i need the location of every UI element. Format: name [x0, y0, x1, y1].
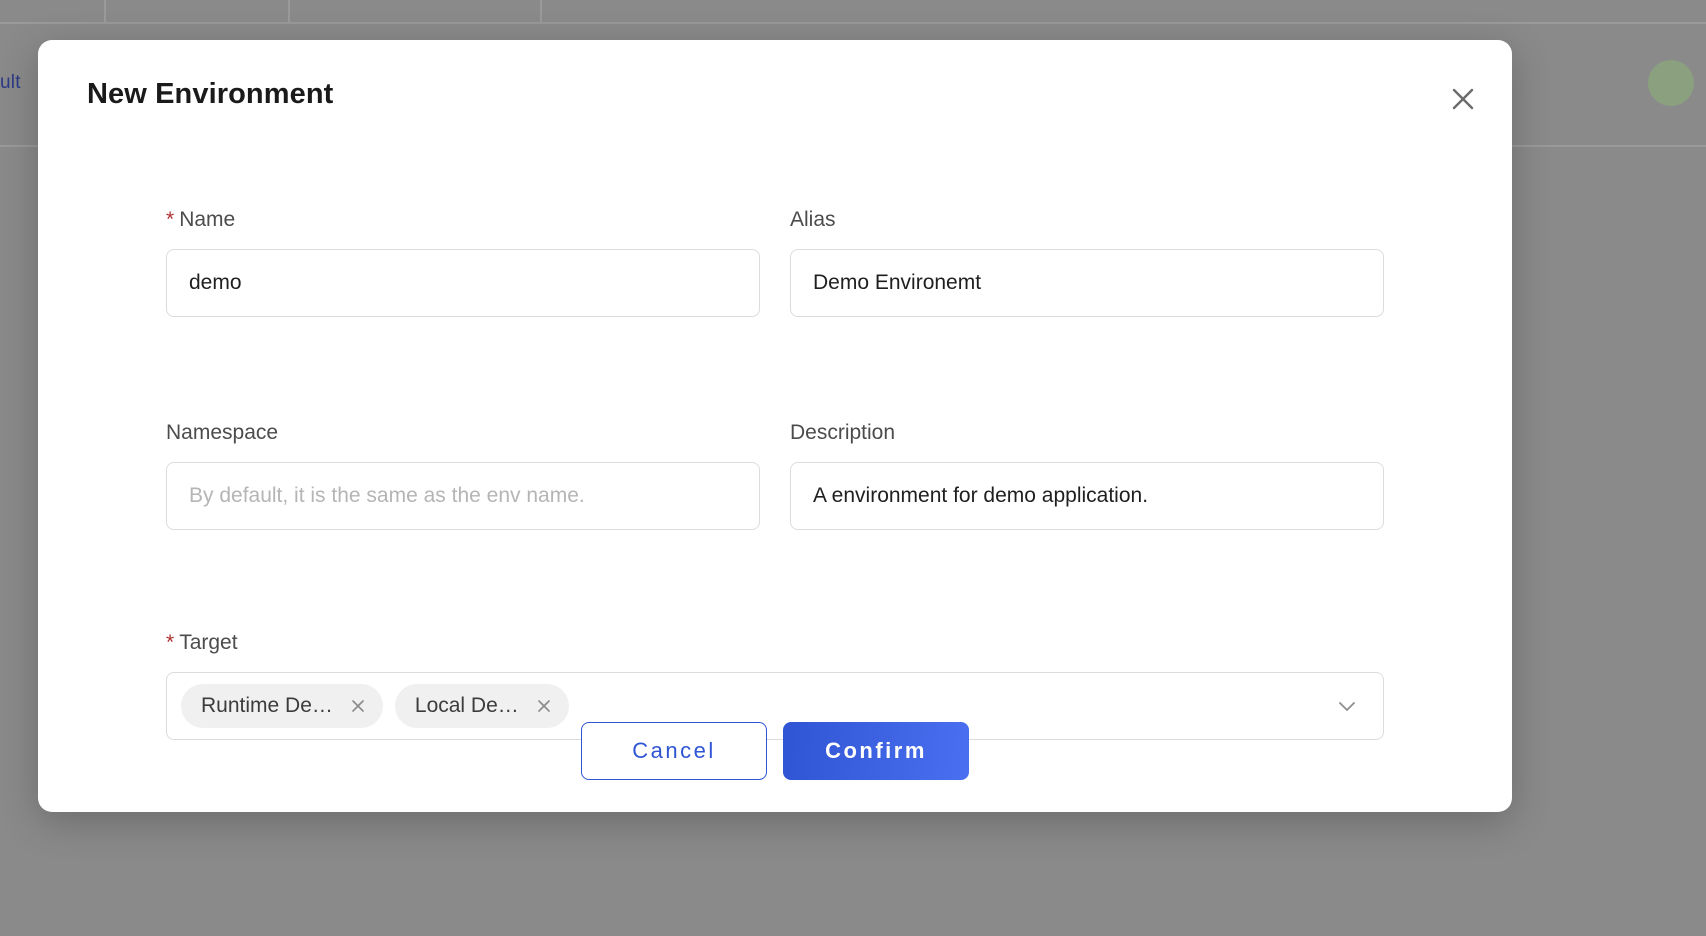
field-namespace: Namespace By default, it is the same as … [166, 421, 760, 530]
background-table-column-divider [540, 0, 542, 24]
namespace-input[interactable]: By default, it is the same as the env na… [166, 462, 760, 530]
background-table-header-row [0, 0, 1706, 24]
background-table-column-divider [104, 0, 106, 24]
dialog-footer: Cancel Confirm [38, 690, 1512, 812]
label-text: Target [179, 631, 238, 654]
alias-input[interactable]: Demo Environemt [790, 249, 1384, 317]
field-label-alias: Alias [790, 208, 836, 231]
environment-form: * Name demo Alias Demo Environemt Namespa… [166, 208, 1384, 740]
field-label-target: * Target [166, 631, 1384, 656]
field-name: * Name demo [166, 208, 760, 317]
form-row: * Name demo Alias Demo Environemt [166, 208, 1384, 317]
avatar [1648, 60, 1694, 106]
confirm-button[interactable]: Confirm [783, 722, 969, 780]
field-alias: Alias Demo Environemt [790, 208, 1384, 317]
form-spacer [166, 530, 1384, 631]
field-label-name: * Name [166, 208, 760, 233]
new-environment-dialog: New Environment * Name demo Alias Demo En… [38, 40, 1512, 812]
name-input[interactable]: demo [166, 249, 760, 317]
field-description: Description A environment for demo appli… [790, 421, 1384, 530]
close-icon[interactable] [1442, 78, 1484, 120]
field-label-namespace: Namespace [166, 421, 279, 444]
background-default-link[interactable]: ult [0, 72, 21, 94]
label-text: Name [179, 208, 236, 231]
form-spacer [166, 317, 1384, 421]
required-marker: * [166, 208, 175, 231]
cancel-button[interactable]: Cancel [581, 722, 767, 780]
description-input[interactable]: A environment for demo application. [790, 462, 1384, 530]
field-label-description: Description [790, 421, 896, 444]
required-marker: * [166, 631, 175, 654]
background-table-column-divider [288, 0, 290, 24]
form-row: Namespace By default, it is the same as … [166, 421, 1384, 530]
page-title: New Environment [87, 78, 334, 110]
